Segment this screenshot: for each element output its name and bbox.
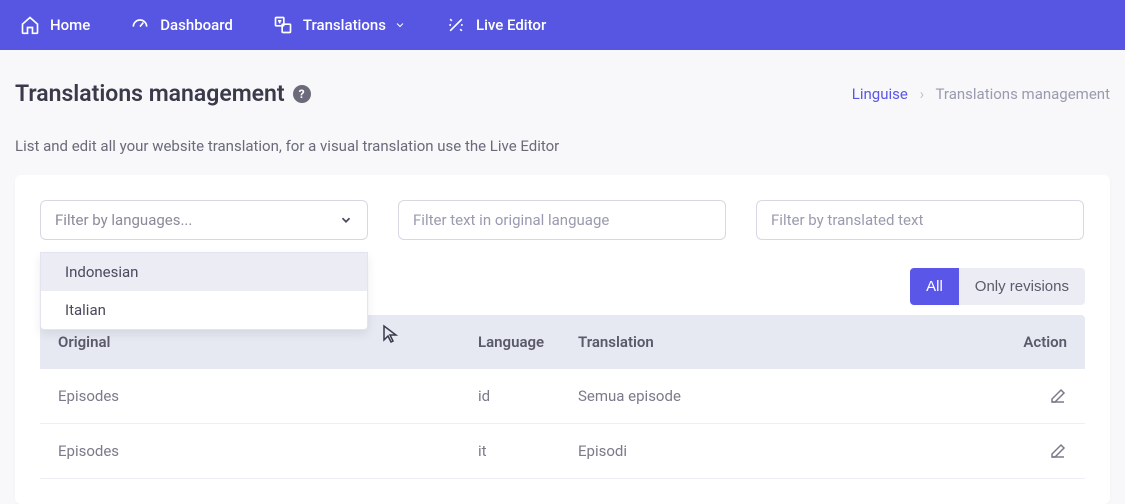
table-row: Episodes it Episodi [40,424,1085,479]
language-option-indonesian[interactable]: Indonesian [41,253,367,291]
toggle-all[interactable]: All [910,268,959,305]
cell-action [997,387,1067,405]
toggle-only-revisions[interactable]: Only revisions [959,268,1085,305]
th-language: Language [478,333,578,351]
nav-home-label: Home [50,16,90,34]
edit-icon[interactable] [1049,387,1067,405]
breadcrumb-sep: › [920,85,925,103]
content-card: Filter by languages... Filter text in or… [15,175,1110,504]
th-action: Action [997,333,1067,351]
top-nav: Home Dashboard Translations Live Editor [0,0,1125,50]
nav-live-editor[interactable]: Live Editor [446,15,546,35]
nav-home[interactable]: Home [20,15,90,35]
translate-icon [273,15,293,35]
help-icon[interactable]: ? [293,85,311,103]
language-option-italian[interactable]: Italian [41,291,367,329]
cell-translation: Semua episode [578,387,997,405]
original-text-filter[interactable]: Filter text in original language [398,200,726,240]
th-original: Original [58,333,478,351]
cell-language: id [478,387,578,405]
language-filter-placeholder: Filter by languages... [55,211,192,229]
cell-translation: Episodi [578,442,997,460]
breadcrumb-root[interactable]: Linguise [852,85,908,103]
nav-dashboard[interactable]: Dashboard [130,15,233,35]
page-title: Translations management [15,80,285,107]
breadcrumb: Linguise › Translations management [852,85,1110,103]
translated-filter-placeholder: Filter by translated text [771,211,923,229]
page-subtitle: List and edit all your website translati… [15,137,1110,155]
cell-original: Episodes [58,387,478,405]
chevron-down-icon [394,19,406,31]
th-translation: Translation [578,333,997,351]
translations-table: Original Language Translation Action Epi… [40,315,1085,479]
home-icon [20,15,40,35]
edit-icon[interactable] [1049,442,1067,460]
breadcrumb-current: Translations management [936,85,1110,103]
nav-translations-label: Translations [303,16,386,34]
magic-icon [446,15,466,35]
cell-original: Episodes [58,442,478,460]
cell-action [997,442,1067,460]
cell-language: it [478,442,578,460]
table-row: Episodes id Semua episode [40,369,1085,424]
chevron-down-icon [339,213,353,227]
original-filter-placeholder: Filter text in original language [413,211,609,229]
gauge-icon [130,15,150,35]
language-filter-select[interactable]: Filter by languages... [40,200,368,240]
nav-live-editor-label: Live Editor [476,16,546,34]
nav-translations[interactable]: Translations [273,15,406,35]
nav-dashboard-label: Dashboard [160,16,233,34]
revision-toggle: All Only revisions [910,268,1085,305]
language-dropdown: Indonesian Italian [40,252,368,330]
translated-text-filter[interactable]: Filter by translated text [756,200,1084,240]
